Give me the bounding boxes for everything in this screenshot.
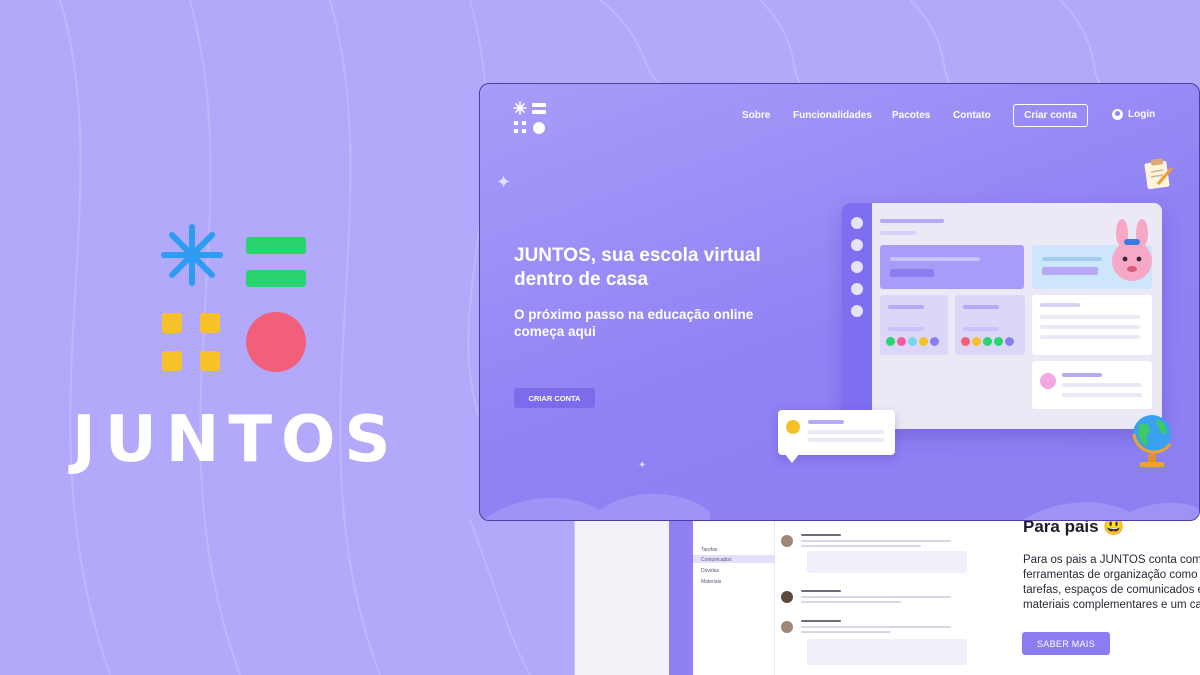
avatar	[781, 621, 793, 633]
juntos-logo-icon	[513, 101, 546, 134]
criar-conta-button[interactable]: Criar conta	[1013, 104, 1088, 127]
hero-criar-conta-button[interactable]: CRIAR CONTA	[514, 388, 595, 408]
nav-pacotes[interactable]: Pacotes	[892, 110, 930, 121]
login-link[interactable]: Login	[1112, 109, 1155, 120]
notification-card	[778, 410, 895, 463]
nav-funcionalidades[interactable]: Funcionalidades	[793, 110, 872, 121]
feed-reply	[807, 551, 967, 573]
brand-block: JUNTOS	[60, 215, 410, 477]
back-nav-item[interactable]: Tarefas	[701, 547, 717, 553]
dashboard-preview	[842, 203, 1162, 429]
brand-name: JUNTOS	[72, 403, 400, 477]
globe-icon	[1132, 415, 1172, 467]
login-label: Login	[1128, 109, 1156, 120]
sparkle-icon: ✦	[496, 172, 512, 192]
avatar	[781, 591, 793, 603]
section-text: Para os pais a JUNTOS conta com di ferra…	[1023, 554, 1200, 611]
back-nav-item[interactable]: Materiais	[701, 579, 721, 585]
sparkle-icon: ✦	[638, 460, 647, 471]
main-window-screenshot: Sobre Funcionalidades Pacotes Contato Cr…	[479, 83, 1200, 521]
bunny-mascot-icon	[1112, 219, 1152, 281]
feed-message	[781, 587, 971, 621]
back-nav-item[interactable]: Dúvidas	[701, 568, 719, 574]
user-icon	[1112, 109, 1123, 120]
juntos-logo-icon	[161, 224, 306, 372]
dashboard-rail	[842, 203, 872, 429]
hero-headline: JUNTOS, sua escola virtual dentro de cas…	[514, 245, 761, 290]
clipboard-icon	[1144, 158, 1174, 190]
cloud-decoration	[482, 493, 1199, 520]
back-nav-item[interactable]: Comunicados	[701, 557, 732, 563]
saber-mais-button[interactable]: SABER MAIS	[1022, 632, 1110, 655]
feed-reply	[807, 639, 967, 665]
nav-contato[interactable]: Contato	[953, 110, 991, 121]
hero-subheadline: O próximo passo na educação online começ…	[514, 307, 754, 339]
back-window-feed	[781, 521, 971, 675]
nav-sobre[interactable]: Sobre	[742, 110, 770, 121]
avatar	[781, 535, 793, 547]
